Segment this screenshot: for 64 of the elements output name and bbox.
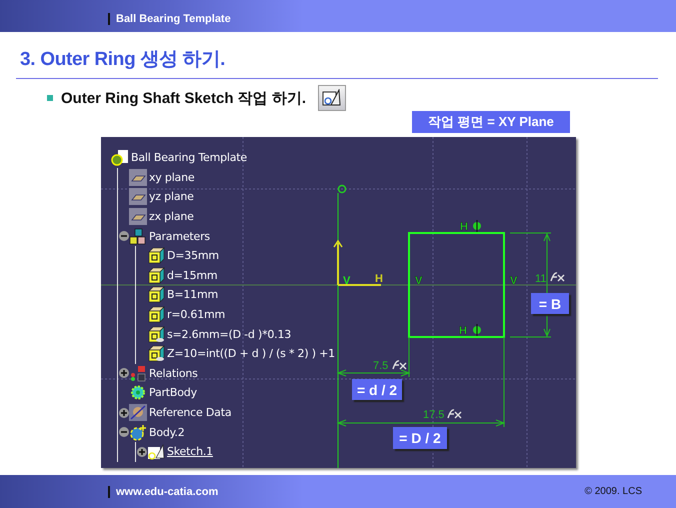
tree-item[interactable]: s=2.6mm=(D -d )*0.13 [167, 328, 292, 341]
relations-icon [129, 364, 147, 382]
header-title: Ball Bearing Template [108, 13, 231, 25]
constraint-label: V [343, 275, 350, 287]
constraint-label: V [510, 275, 518, 287]
reference-icon [129, 404, 147, 422]
tree-item[interactable]: zx plane [149, 210, 194, 224]
axis-drawing [333, 240, 381, 286]
formula-icon [550, 272, 565, 282]
bullet-text: Outer Ring Shaft Sketch 작업 하기. [61, 88, 306, 108]
dimension-value: 7.5 [373, 360, 388, 372]
constraint-label: H [459, 325, 467, 337]
formula-icon [392, 360, 407, 370]
parameter-icon [147, 286, 165, 304]
origin-point-icon [338, 184, 346, 194]
tree-item[interactable]: Body.2 [149, 426, 184, 439]
plane-icon [129, 208, 147, 226]
tree-item[interactable]: Z=10=int((D + d ) / (s * 2) ) +1 [167, 347, 335, 360]
plane-icon [129, 188, 147, 206]
expand-icon[interactable] [137, 446, 147, 457]
constraint-label: H [375, 273, 383, 285]
tree-item[interactable]: Sketch.1 [167, 445, 213, 458]
formula-icon [447, 409, 462, 419]
constraint-label: H [460, 221, 468, 233]
parameter-icon [147, 247, 165, 264]
footer-url: www.edu-catia.com [108, 486, 218, 498]
dimension-value: 11 [535, 273, 546, 285]
parameters-icon [129, 228, 147, 245]
symmetry-icon [473, 220, 481, 232]
constraint-label: V [415, 275, 422, 287]
expand-icon[interactable] [119, 408, 129, 418]
tree-item[interactable]: Parameters [149, 230, 210, 243]
sketch-button[interactable] [318, 85, 346, 111]
parameter-icon [147, 306, 165, 324]
plane-icon [129, 168, 147, 186]
tree-item[interactable]: B=11mm [167, 288, 218, 302]
dimension-value: 17.5 [423, 409, 444, 421]
tree-item[interactable]: yz plane [149, 190, 194, 204]
tree-item[interactable]: r=0.61mm [167, 308, 226, 322]
formula-parameter-icon [147, 345, 165, 362]
body-icon [129, 384, 147, 402]
part-icon [111, 149, 129, 166]
tree-item[interactable]: Ball Bearing Template [131, 151, 247, 164]
tree-item[interactable]: Reference Data [149, 406, 232, 420]
slide-heading: 3. Outer Ring 생성 하기. [20, 48, 226, 72]
bullet-icon [47, 95, 53, 101]
tree-item[interactable]: Relations [149, 366, 198, 380]
formula-parameter-icon [147, 326, 165, 343]
sketch-icon [147, 443, 165, 460]
tree-item[interactable]: d=15mm [167, 268, 218, 282]
expand-icon[interactable] [119, 368, 129, 378]
tree-item[interactable]: D=35mm [167, 249, 219, 262]
tree-item[interactable]: xy plane [149, 170, 194, 184]
body-icon [129, 424, 147, 441]
formula-callout: = D / 2 [393, 427, 447, 449]
copyright-text: © 2009. LCS [584, 486, 642, 497]
tree-item[interactable]: PartBody [149, 386, 197, 400]
formula-callout: = B [531, 293, 569, 314]
formula-callout: = d / 2 [352, 379, 402, 400]
collapse-icon[interactable] [119, 231, 129, 242]
symmetry-icon [473, 324, 481, 336]
collapse-icon[interactable] [119, 427, 129, 438]
work-plane-label: 작업 평면 = XY Plane [412, 111, 570, 133]
parameter-icon [147, 266, 165, 284]
